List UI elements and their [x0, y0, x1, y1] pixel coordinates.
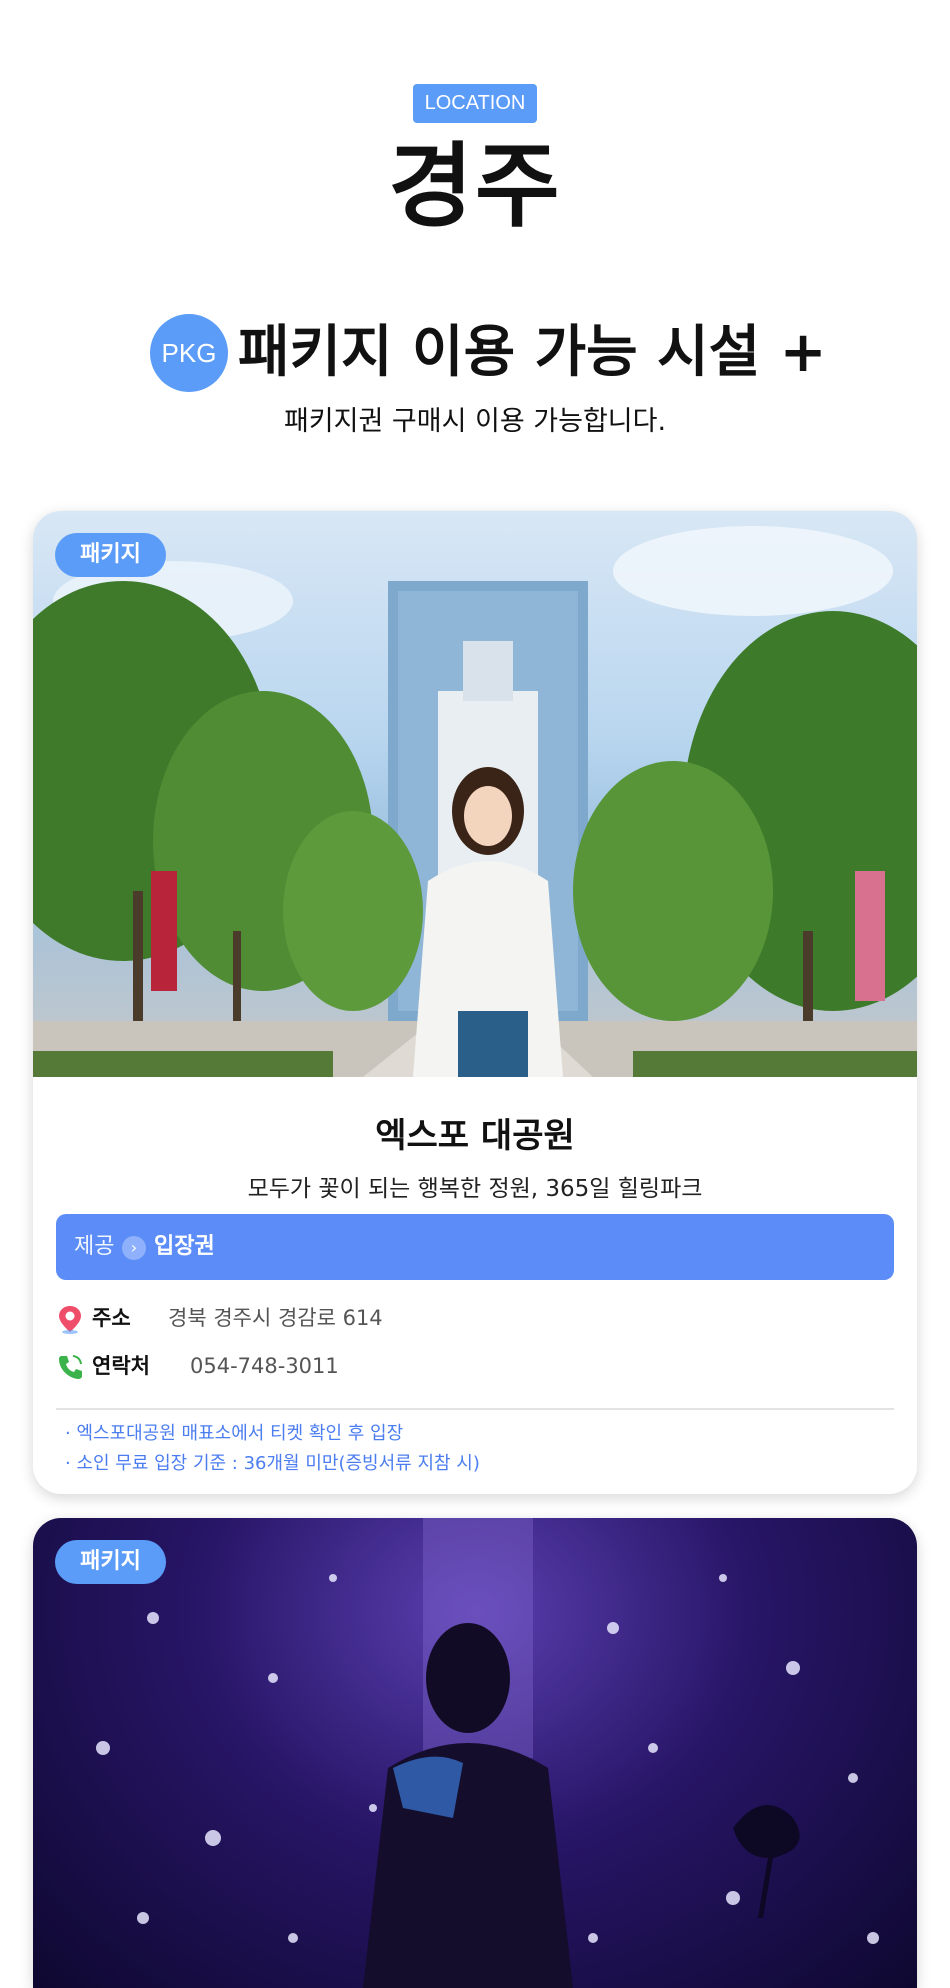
- facility-photo: [33, 511, 917, 1077]
- card-tag: 패키지: [55, 533, 166, 577]
- contact-value[interactable]: 054-748-3011: [190, 1346, 339, 1386]
- note-item: · 엑스포대공원 매표소에서 티켓 확인 후 입장: [65, 1423, 404, 1444]
- facility-name: 엑스포 대공원: [375, 1116, 575, 1156]
- package-heading: PKG 패키지 이용 가능 시설 +: [0, 310, 950, 392]
- facility-card[interactable]: 패키지: [33, 1518, 917, 1988]
- package-subtitle: 패키지권 구매시 이용 가능합니다.: [283, 406, 667, 437]
- contact-label: 연락처: [92, 1354, 150, 1378]
- facility-card[interactable]: 패키지 엑스포 대공원 모두가 꽃이 되는 행복한 정원, 365일 힐링파크 …: [33, 511, 917, 1494]
- phone-icon: [56, 1352, 84, 1382]
- notes: · 엑스포대공원 매표소에서 티켓 확인 후 입장 · 소인 무료 입장 기준 …: [65, 1419, 885, 1479]
- location-badge: LOCATION: [413, 84, 537, 123]
- provide-label: 제공: [74, 1234, 115, 1259]
- divider: [56, 1408, 894, 1410]
- address-row: 주소 경북 경주시 경감로 614: [56, 1298, 894, 1338]
- contact-row: 연락처 054-748-3011: [56, 1346, 894, 1386]
- provide-bar: 제공 › 입장권: [56, 1214, 894, 1280]
- expo-park-illustration: [33, 526, 917, 1077]
- page-title: 경주: [388, 133, 562, 240]
- address-label: 주소: [92, 1306, 131, 1330]
- card-tag: 패키지: [55, 1540, 166, 1584]
- facility-description: 모두가 꽃이 되는 행복한 정원, 365일 힐링파크: [247, 1176, 703, 1202]
- facility-photo: [33, 1518, 917, 1988]
- chevron-right-icon: ›: [122, 1236, 146, 1260]
- pkg-badge: PKG: [150, 314, 228, 392]
- light-show-illustration: [96, 1518, 879, 1988]
- provide-value: 입장권: [154, 1234, 215, 1259]
- address-value: 경북 경주시 경감로 614: [168, 1306, 383, 1330]
- map-pin-icon: [56, 1304, 84, 1334]
- package-title: 패키지 이용 가능 시설 +: [238, 320, 827, 385]
- note-item: · 소인 무료 입장 기준 : 36개월 미만(증빙서류 지참 시): [65, 1453, 480, 1474]
